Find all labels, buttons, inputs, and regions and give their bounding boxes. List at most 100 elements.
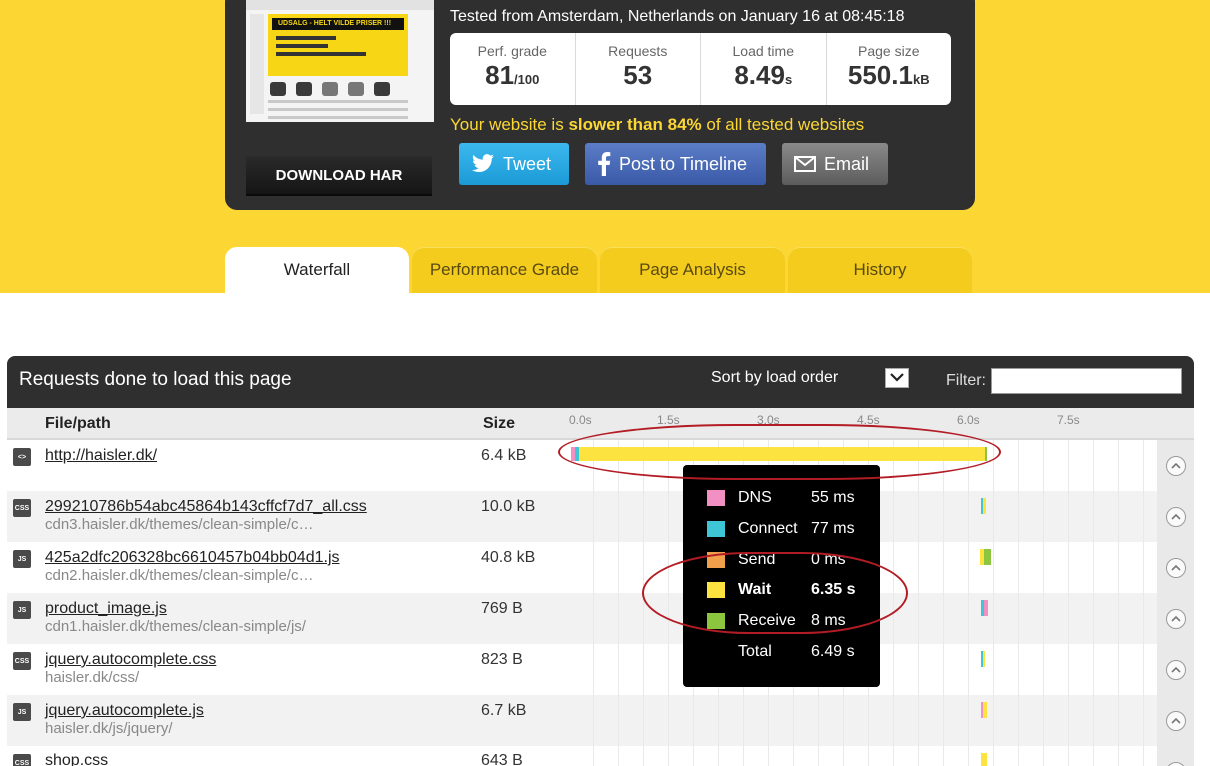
send-swatch [707, 552, 725, 568]
stat-label: Load time [732, 43, 794, 59]
stat-label: Perf. grade [477, 43, 547, 59]
expand-row-button[interactable] [1157, 695, 1194, 746]
dns-swatch [707, 490, 725, 506]
css-file-icon: CSS [13, 499, 31, 517]
request-size: 10.0 kB [481, 498, 536, 515]
chevron-up-icon [1165, 455, 1186, 476]
sort-label[interactable]: Sort by load order [711, 369, 838, 387]
tested-from-text: Tested from Amsterdam, Netherlands on Ja… [450, 8, 905, 25]
post-to-timeline-label: Post to Timeline [619, 153, 748, 174]
timeline-tick: 1.5s [657, 413, 680, 427]
column-header: File/path Size 0.0s 1.5s 3.0s 4.5s 6.0s … [7, 408, 1194, 440]
twitter-bird-icon [471, 154, 495, 174]
filter-input[interactable] [991, 368, 1182, 394]
stat-label: Page size [858, 43, 920, 59]
js-file-icon: JS [13, 703, 31, 721]
column-size: Size [483, 415, 516, 432]
thumbnail-banner-text: UDSALG - HELT VILDE PRISER !!! [272, 18, 404, 30]
bar-wait [981, 753, 987, 766]
tooltip-row-connect: Connect 77 ms [707, 519, 855, 539]
js-file-icon: JS [13, 550, 31, 568]
filter-label: Filter: [946, 372, 986, 389]
request-size: 40.8 kB [481, 549, 536, 566]
bar-wait [983, 651, 985, 667]
request-file-name[interactable]: jquery.autocomplete.js [45, 702, 204, 720]
email-button[interactable]: Email [782, 143, 888, 185]
request-row[interactable]: CSS 299210786b54abc45864b143cffcf7d7_all… [7, 491, 1194, 542]
column-file-path: File/path [45, 415, 111, 432]
tab-waterfall[interactable]: Waterfall [225, 247, 409, 293]
request-host: haisler.dk/js/jquery/ [45, 720, 173, 737]
request-row[interactable]: CSS shop.css 643 B [7, 746, 1194, 766]
expand-row-button[interactable] [1157, 491, 1194, 542]
bar-wait [983, 702, 987, 718]
tooltip-row-dns: DNS 55 ms [707, 488, 855, 508]
post-to-timeline-button[interactable]: Post to Timeline [585, 143, 766, 185]
request-row[interactable]: JS jquery.autocomplete.js haisler.dk/js/… [7, 695, 1194, 746]
stat-page-size: Page size 550.1kB [827, 33, 952, 105]
bar-wait [579, 447, 985, 461]
request-host: cdn1.haisler.dk/themes/clean-simple/js/ [45, 618, 306, 635]
request-rows: <> http://haisler.dk/ 6.4 kB CSS 2992107… [7, 440, 1194, 766]
bar-wait [983, 498, 986, 514]
tab-page-analysis[interactable]: Page Analysis [600, 247, 785, 293]
stat-label: Requests [608, 43, 668, 59]
bar-dns [984, 600, 988, 616]
tweet-button[interactable]: Tweet [459, 143, 569, 185]
request-file-name[interactable]: 425a2dfc206328bc6610457b04bb04d1.js [45, 549, 340, 567]
chevron-up-icon [1165, 557, 1186, 578]
timing-tooltip: DNS 55 ms Connect 77 ms Send 0 ms Wait 6… [683, 465, 880, 687]
site-thumbnail: UDSALG - HELT VILDE PRISER !!! [246, 0, 434, 122]
request-row[interactable]: <> http://haisler.dk/ 6.4 kB [7, 440, 1194, 491]
request-row[interactable]: CSS jquery.autocomplete.css haisler.dk/c… [7, 644, 1194, 695]
request-timeline [569, 695, 1157, 746]
expand-row-button[interactable] [1157, 746, 1194, 766]
request-host: cdn3.haisler.dk/themes/clean-simple/c… [45, 516, 314, 533]
tooltip-row-total: Total 6.49 s [738, 643, 855, 660]
request-file-name[interactable]: http://haisler.dk/ [45, 447, 157, 465]
tab-history[interactable]: History [788, 247, 972, 293]
request-file-name[interactable]: 299210786b54abc45864b143cffcf7d7_all.css [45, 498, 367, 516]
timeline-tick: 0.0s [569, 413, 592, 427]
timeline-tick: 4.5s [857, 413, 880, 427]
connect-swatch [707, 521, 725, 537]
request-size: 6.7 kB [481, 702, 527, 719]
chevron-up-icon [1165, 710, 1186, 731]
request-row[interactable]: JS product_image.js cdn1.haisler.dk/them… [7, 593, 1194, 644]
request-size: 643 B [481, 752, 523, 766]
request-file-name[interactable]: jquery.autocomplete.css [45, 651, 216, 669]
expand-row-button[interactable] [1157, 440, 1194, 491]
expand-row-button[interactable] [1157, 644, 1194, 695]
timeline-tick: 7.5s [1057, 413, 1080, 427]
tweet-label: Tweet [503, 153, 552, 174]
requests-title: Requests done to load this page [19, 369, 292, 390]
stat-value: 8.49s [734, 60, 793, 90]
html-file-icon: <> [13, 448, 31, 466]
request-row[interactable]: JS 425a2dfc206328bc6610457b04bb04d1.js c… [7, 542, 1194, 593]
tab-performance-grade[interactable]: Performance Grade [412, 247, 597, 293]
tooltip-row-send: Send 0 ms [707, 550, 846, 570]
request-file-name[interactable]: product_image.js [45, 600, 167, 618]
bar-receive [985, 447, 987, 461]
sort-dropdown[interactable] [885, 368, 909, 388]
tooltip-row-receive: Receive 8 ms [707, 611, 846, 631]
stat-requests: Requests 53 [576, 33, 701, 105]
bar-receive [984, 549, 991, 565]
stat-perf-grade: Perf. grade 81/100 [450, 33, 576, 105]
chevron-up-icon [1165, 506, 1186, 527]
requests-header: Requests done to load this page Sort by … [7, 356, 1194, 408]
wait-swatch [707, 582, 725, 598]
request-size: 6.4 kB [481, 447, 527, 464]
download-har-button[interactable]: DOWNLOAD HAR [246, 156, 432, 196]
css-file-icon: CSS [13, 754, 31, 766]
stat-value: 53 [623, 60, 653, 90]
stat-load-time: Load time 8.49s [701, 33, 827, 105]
slower-message: Your website is slower than 84% of all t… [450, 115, 865, 134]
email-label: Email [824, 153, 870, 174]
stats-box: Perf. grade 81/100 Requests 53 Load time… [450, 33, 951, 105]
request-timeline [569, 746, 1157, 766]
expand-row-button[interactable] [1157, 593, 1194, 644]
request-file-name[interactable]: shop.css [45, 752, 108, 766]
expand-row-button[interactable] [1157, 542, 1194, 593]
chevron-up-icon [1165, 761, 1186, 766]
